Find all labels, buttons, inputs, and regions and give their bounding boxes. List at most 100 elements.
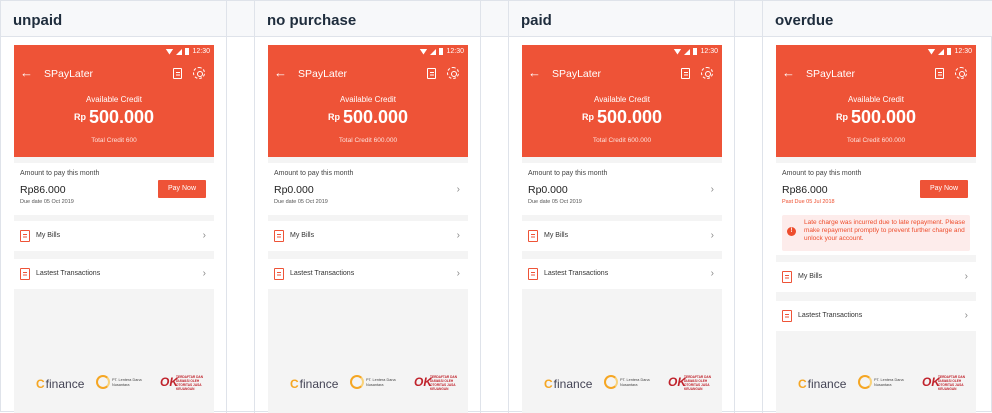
column-spacer	[735, 37, 763, 413]
gear-icon[interactable]	[193, 67, 205, 79]
lentera-text: PT. Lentera Dana Nusantara	[112, 378, 142, 387]
finance-logo: Cfinance	[798, 377, 847, 391]
receipt-icon	[20, 268, 30, 280]
late-charge-alert: ! Late charge was incurred due to late r…	[782, 215, 970, 251]
bill-icon[interactable]	[173, 68, 182, 79]
my-bills-label: My Bills	[544, 232, 569, 239]
chevron-right-icon: ›	[456, 268, 460, 279]
total-credit: Total Credit 600.000	[592, 137, 652, 144]
amount-label: Amount to pay this month	[528, 170, 608, 177]
transactions-row[interactable]: Lastest Transactions ›	[776, 301, 976, 331]
app-bar: ← SPayLater	[522, 65, 722, 83]
available-credit-amount: Rp 500.000	[327, 107, 409, 127]
app-title: SPayLater	[44, 68, 94, 80]
amount-value: Rp86.000	[20, 184, 66, 196]
chevron-right-icon: ›	[202, 230, 206, 241]
transactions-row[interactable]: Lastest Transactions ›	[268, 259, 468, 289]
ojk-text: TERDAFTAR DAN DIAWASI OLEH OTORITAS JASA…	[176, 375, 204, 391]
gear-icon[interactable]	[955, 67, 967, 79]
due-date: Due date 05 Oct 2019	[528, 199, 582, 205]
lentera-logo-icon	[858, 375, 872, 389]
bill-icon	[20, 230, 30, 242]
finance-logo: Cfinance	[544, 377, 593, 391]
my-bills-row[interactable]: My Bills ›	[776, 262, 976, 292]
available-credit-amount: Rp 500.000	[835, 107, 917, 127]
receipt-icon	[528, 268, 538, 280]
my-bills-row[interactable]: My Bills ›	[268, 221, 468, 251]
available-credit-label: Available Credit	[848, 95, 904, 104]
receipt-icon	[782, 310, 792, 322]
chevron-right-icon: ›	[456, 230, 460, 241]
total-credit: Total Credit 600	[91, 137, 137, 144]
signal-icon	[684, 48, 691, 55]
chevron-right-icon: ›	[964, 310, 968, 321]
total-credit: Total Credit 600.000	[338, 137, 398, 144]
credit-header: 12:30 ← SPayLater Available Credit Rp 500…	[268, 45, 468, 157]
status-bar: 12:30	[673, 48, 718, 55]
lentera-text: PT. Lentera Dana Nusantara	[874, 378, 904, 387]
wifi-icon	[673, 48, 682, 55]
partner-footer: Cfinance PT. Lentera Dana Nusantara OK T…	[268, 373, 468, 403]
my-bills-label: My Bills	[36, 232, 61, 239]
battery-icon	[185, 48, 190, 55]
bill-icon	[782, 271, 792, 283]
chevron-right-icon: ›	[710, 230, 714, 241]
column-header-no-purchase: no purchase	[255, 1, 481, 37]
bill-icon	[274, 230, 284, 242]
transactions-label: Lastest Transactions	[798, 312, 863, 319]
chevron-right-icon: ›	[710, 184, 714, 195]
column-header-paid: paid	[509, 1, 735, 37]
app-title: SPayLater	[298, 68, 348, 80]
alert-icon: !	[787, 227, 796, 236]
battery-icon	[693, 48, 698, 55]
amount-card[interactable]: Amount to pay this month Rp0.000 Due dat…	[268, 163, 468, 215]
transactions-row[interactable]: Lastest Transactions ›	[14, 259, 214, 289]
my-bills-row[interactable]: My Bills ›	[522, 221, 722, 251]
comparison-board: unpaid no purchase paid overdue 12:30 ← …	[0, 0, 992, 413]
past-due-date: Past Due 05 Jul 2018	[782, 199, 835, 205]
app-bar: ← SPayLater	[14, 65, 214, 83]
status-time: 12:30	[954, 48, 972, 55]
gear-icon[interactable]	[447, 67, 459, 79]
lentera-logo-icon	[604, 375, 618, 389]
arrow-left-icon[interactable]: ←	[274, 65, 287, 81]
transactions-label: Lastest Transactions	[544, 270, 609, 277]
column-header-overdue: overdue	[763, 1, 992, 37]
transactions-label: Lastest Transactions	[36, 270, 101, 277]
my-bills-row[interactable]: My Bills ›	[14, 221, 214, 251]
status-bar: 12:30	[165, 48, 210, 55]
status-time: 12:30	[700, 48, 718, 55]
header-spacer	[227, 1, 255, 37]
available-credit-amount: Rp 500.000	[73, 107, 155, 127]
amount-label: Amount to pay this month	[274, 170, 354, 177]
transactions-row[interactable]: Lastest Transactions ›	[522, 259, 722, 289]
credit-header: 12:30 ← SPayLater Available Credit Rp 500…	[776, 45, 976, 157]
app-title: SPayLater	[806, 68, 856, 80]
amount-card: Amount to pay this month Rp86.000 Due da…	[14, 163, 214, 215]
app-bar: ← SPayLater	[268, 65, 468, 83]
due-date: Due date 05 Oct 2019	[20, 199, 74, 205]
gear-icon[interactable]	[701, 67, 713, 79]
arrow-left-icon[interactable]: ←	[20, 65, 33, 81]
amount-card[interactable]: Amount to pay this month Rp0.000 Due dat…	[522, 163, 722, 215]
amount-label: Amount to pay this month	[782, 170, 862, 177]
status-bar: 12:30	[419, 48, 464, 55]
bill-icon[interactable]	[935, 68, 944, 79]
bill-icon[interactable]	[681, 68, 690, 79]
chevron-right-icon: ›	[710, 268, 714, 279]
app-title: SPayLater	[552, 68, 602, 80]
available-credit-label: Available Credit	[86, 95, 142, 104]
signal-icon	[430, 48, 437, 55]
column-spacer	[481, 37, 509, 413]
wifi-icon	[927, 48, 936, 55]
app-bar: ← SPayLater	[776, 65, 976, 83]
bill-icon[interactable]	[427, 68, 436, 79]
pay-now-button[interactable]: Pay Now	[158, 180, 206, 198]
arrow-left-icon[interactable]: ←	[782, 65, 795, 81]
phone-screen-overdue: 12:30 ← SPayLater Available Credit Rp 500…	[776, 45, 976, 413]
ojk-text: TERDAFTAR DAN DIAWASI OLEH OTORITAS JASA…	[684, 375, 712, 391]
arrow-left-icon[interactable]: ←	[528, 65, 541, 81]
pay-now-button[interactable]: Pay Now	[920, 180, 968, 198]
battery-icon	[947, 48, 952, 55]
partner-footer: Cfinance PT. Lentera Dana Nusantara OK T…	[14, 373, 214, 403]
